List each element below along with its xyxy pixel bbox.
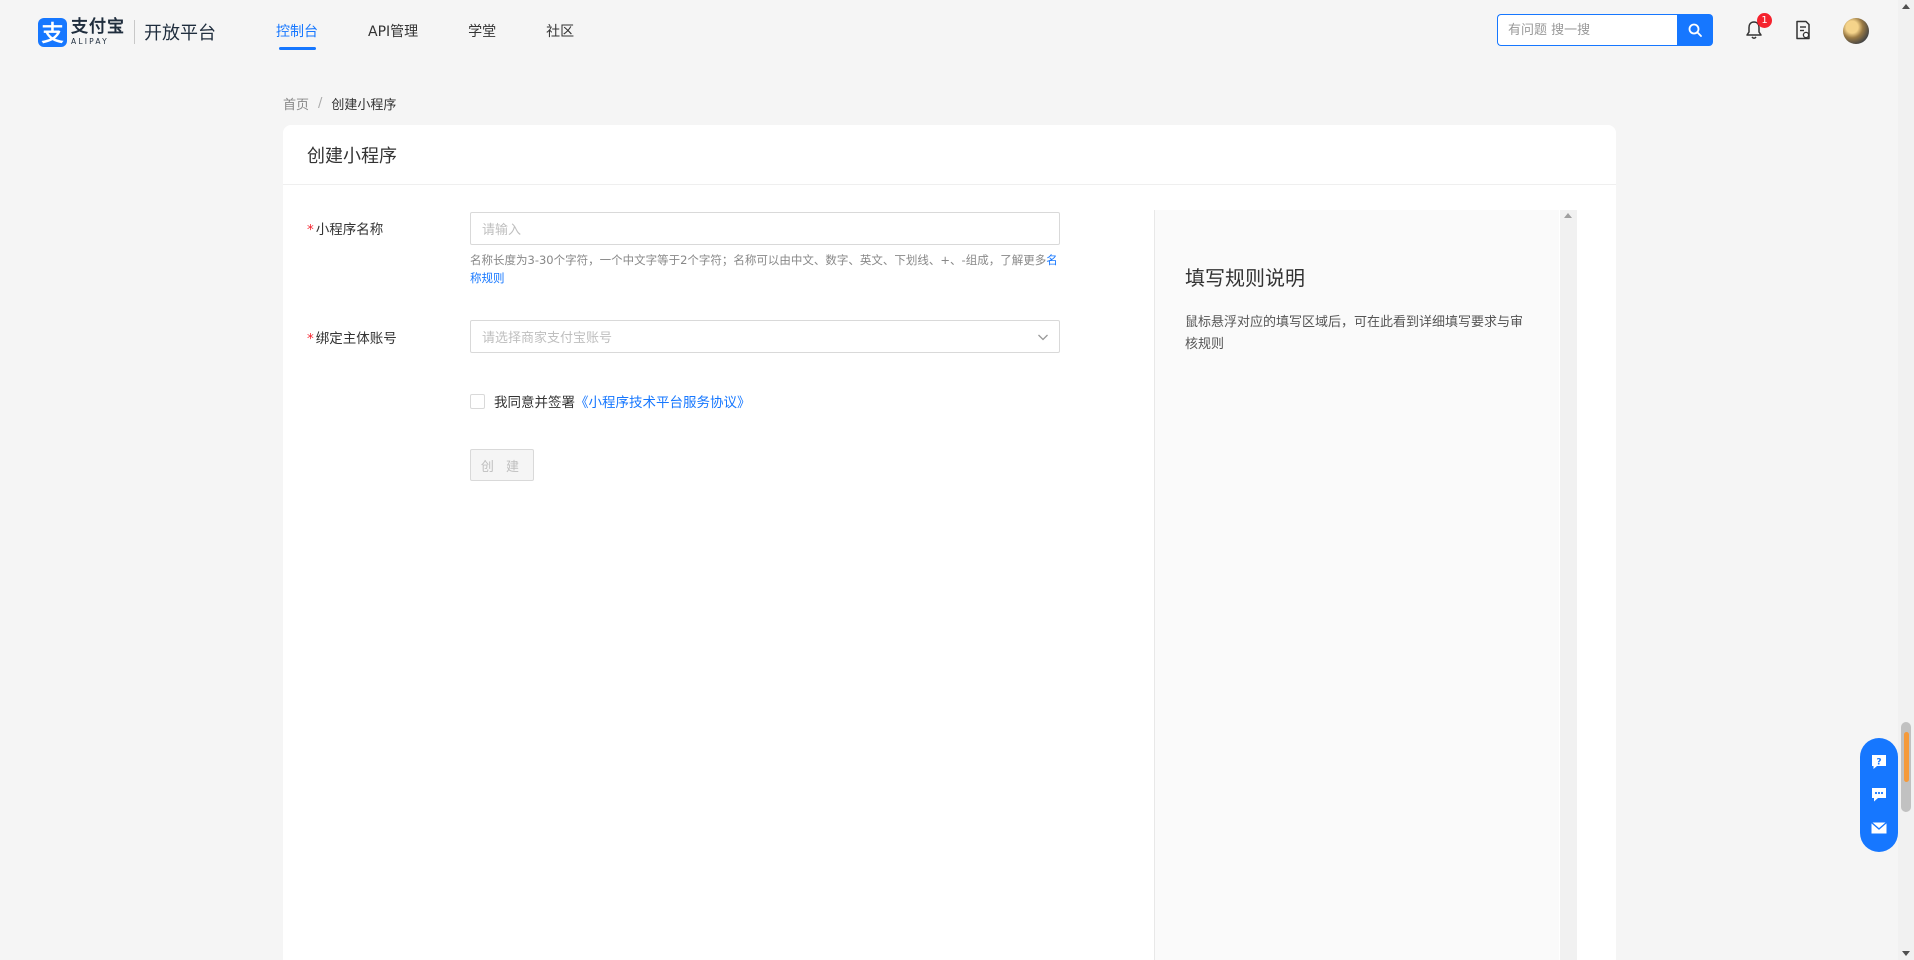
main-nav: 控制台 API管理 学堂 社区: [276, 0, 624, 62]
breadcrumb-home-link[interactable]: 首页: [283, 94, 309, 113]
scroll-up-arrow-icon[interactable]: [1564, 213, 1572, 218]
floating-help-bar: ?: [1860, 738, 1898, 852]
rules-panel-title: 填写规则说明: [1185, 266, 1305, 290]
create-button[interactable]: 创 建: [470, 449, 534, 481]
miniapp-name-label: * 小程序名称: [307, 218, 383, 238]
alipay-logo-icon: 支: [38, 17, 67, 47]
notification-count-badge: 1: [1757, 13, 1772, 28]
miniapp-name-placeholder: 请输入: [482, 223, 522, 238]
agreement-text: 我同意并签署: [494, 395, 575, 411]
agreement-checkbox[interactable]: [470, 393, 485, 409]
page-title: 创建小程序: [283, 125, 1616, 185]
user-avatar[interactable]: [1843, 18, 1869, 44]
miniapp-name-label-text: 小程序名称: [315, 222, 384, 238]
breadcrumb-separator: /: [318, 96, 323, 111]
chat-button[interactable]: [1868, 784, 1890, 806]
svg-text:?: ?: [1876, 758, 1881, 768]
chat-icon: [1872, 787, 1886, 802]
logo-brand-cn: 支付宝: [71, 16, 125, 37]
page-scroll-up-icon[interactable]: [1902, 4, 1910, 9]
search-button[interactable]: [1677, 14, 1713, 46]
document-icon: [1796, 20, 1810, 40]
documents-button[interactable]: [1791, 18, 1815, 42]
bind-account-select[interactable]: 请选择商家支付宝账号: [470, 320, 1060, 353]
notifications-button[interactable]: 1: [1742, 13, 1772, 42]
header-search: [1497, 14, 1713, 46]
alipay-logo[interactable]: 支 支付宝 ALIPAY 开放平台: [38, 17, 216, 47]
logo-brand: 支付宝 ALIPAY: [71, 16, 125, 46]
help-question-button[interactable]: ?: [1868, 751, 1890, 773]
rules-panel: 填写规则说明 鼠标悬浮对应的填写区域后，可在此看到详细填写要求与审核规则: [1154, 210, 1559, 960]
page-scrollbar[interactable]: [1898, 0, 1914, 960]
logo-platform-name: 开放平台: [144, 23, 216, 44]
service-agreement-link[interactable]: 《小程序技术平台服务协议》: [575, 391, 751, 411]
agreement-row: 我同意并签署 《小程序技术平台服务协议》: [470, 391, 751, 411]
logo-brand-en: ALIPAY: [71, 36, 109, 46]
search-input[interactable]: [1497, 14, 1677, 46]
logo-divider: [134, 20, 135, 44]
create-miniapp-card: 创建小程序 * 小程序名称 请输入 名称长度为3-30个字符，一个中文字等于2个字…: [283, 125, 1616, 960]
search-icon: [1688, 23, 1702, 37]
help-question-icon: ?: [1872, 755, 1886, 770]
nav-item-console[interactable]: 控制台: [276, 0, 318, 62]
miniapp-name-input[interactable]: 请输入: [470, 212, 1060, 245]
bind-account-label: * 绑定主体账号: [307, 327, 397, 347]
required-mark: *: [307, 331, 314, 347]
rules-panel-scrollbar[interactable]: [1560, 210, 1577, 960]
nav-item-community[interactable]: 社区: [546, 0, 574, 62]
bind-account-label-text: 绑定主体账号: [315, 331, 397, 347]
breadcrumb-current: 创建小程序: [331, 98, 397, 113]
page-scroll-accent: [1904, 732, 1909, 782]
mail-icon: [1871, 821, 1887, 834]
miniapp-name-hint: 名称长度为3-30个字符，一个中文字等于2个字符；名称可以由中文、数字、英文、下…: [470, 251, 1066, 287]
miniapp-name-hint-text: 名称长度为3-30个字符，一个中文字等于2个字符；名称可以由中文、数字、英文、下…: [470, 253, 1047, 267]
breadcrumb: 首页 / 创建小程序: [283, 94, 396, 113]
nav-item-api-management[interactable]: API管理: [368, 0, 418, 62]
chevron-down-icon: [1038, 334, 1048, 341]
top-header: 支 支付宝 ALIPAY 开放平台 控制台 API管理 学堂 社区 1: [0, 0, 1896, 62]
page-scroll-down-icon[interactable]: [1902, 951, 1910, 956]
bind-account-placeholder: 请选择商家支付宝账号: [482, 331, 613, 346]
rules-panel-text: 鼠标悬浮对应的填写区域后，可在此看到详细填写要求与审核规则: [1185, 315, 1524, 352]
mail-button[interactable]: [1868, 817, 1890, 839]
nav-item-academy[interactable]: 学堂: [468, 0, 496, 62]
required-mark: *: [307, 222, 314, 238]
